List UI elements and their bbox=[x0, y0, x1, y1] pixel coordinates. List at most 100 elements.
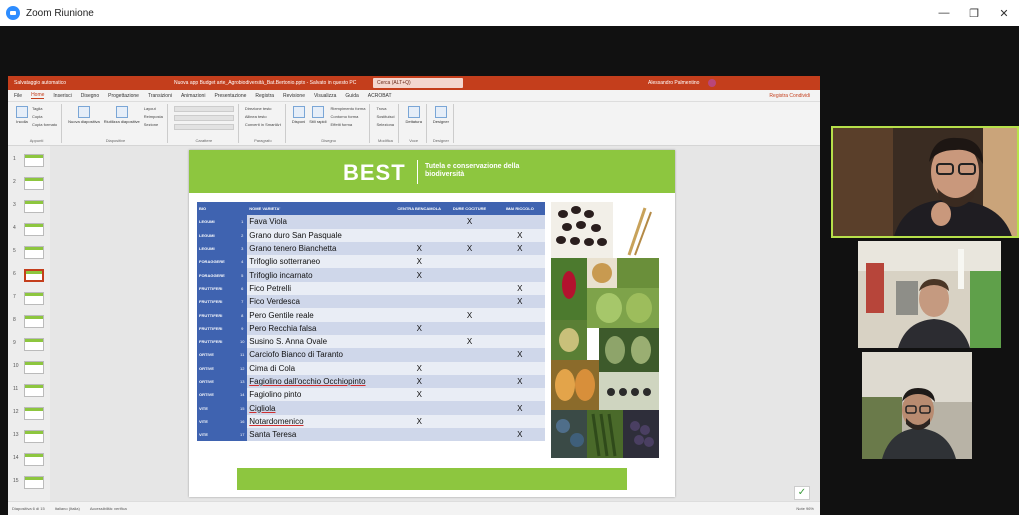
ribbon-command-icon bbox=[16, 106, 28, 118]
table-cell bbox=[444, 255, 495, 269]
maximize-button[interactable]: ❐ bbox=[959, 0, 989, 26]
ribbon-command[interactable]: Sezione bbox=[144, 122, 163, 127]
slide-thumbnail[interactable] bbox=[24, 430, 44, 443]
close-button[interactable]: ✕ bbox=[989, 0, 1019, 26]
window-controls: — ❐ ✕ bbox=[929, 0, 1019, 26]
ribbon-button[interactable]: Dettatura bbox=[405, 106, 422, 124]
slide-thumbnail[interactable] bbox=[24, 154, 44, 167]
slide-thumbnail-number: 1 bbox=[13, 156, 16, 162]
table-cell: Carciofo Bianco di Taranto bbox=[247, 348, 395, 362]
table-row: FORAGGERE 5 Trifoglio incarnato X bbox=[197, 268, 545, 282]
slide-thumbnail[interactable] bbox=[24, 315, 44, 328]
minimize-button[interactable]: — bbox=[929, 0, 959, 26]
ribbon-group: Dettatura Voce bbox=[401, 104, 427, 143]
slide-thumbnail[interactable] bbox=[24, 384, 44, 397]
ribbon-tab[interactable]: Progettazione bbox=[108, 93, 139, 99]
ribbon-tab[interactable]: Revisione bbox=[283, 93, 305, 99]
table-header-cell: NOME VARIETA' bbox=[247, 202, 395, 216]
slide-thumbnail[interactable] bbox=[24, 476, 44, 489]
current-slide[interactable]: BEST Tutela e conservazione della biodiv… bbox=[189, 150, 675, 497]
ribbon-command[interactable]: Seleziona bbox=[376, 122, 394, 127]
ribbon-tab[interactable]: Transizioni bbox=[148, 93, 172, 99]
ribbon-tab[interactable]: Visualizza bbox=[314, 93, 336, 99]
video-tile-participant-3[interactable] bbox=[862, 352, 972, 459]
ppt-search-box[interactable]: Cerca (ALT+Q) bbox=[373, 78, 463, 88]
slide-thumbnail[interactable] bbox=[24, 361, 44, 374]
ribbon-command[interactable] bbox=[173, 115, 234, 121]
language-indicator[interactable]: Italiano (Italia) bbox=[55, 506, 80, 511]
table-cell: 4 bbox=[237, 255, 248, 269]
ribbon-tab[interactable]: Animazioni bbox=[181, 93, 205, 99]
table-row: FRUTTIFERI 10 Susino S. Anna Ovale X bbox=[197, 334, 545, 349]
ribbon-button[interactable]: Riutilizza diapositive bbox=[104, 106, 140, 124]
table-cell bbox=[394, 334, 445, 349]
slide-thumbnail[interactable] bbox=[24, 246, 44, 259]
check-icon[interactable]: ✓ bbox=[794, 486, 810, 500]
ribbon-command[interactable]: Effetti forma bbox=[331, 122, 366, 127]
ribbon-command[interactable]: Direzione testo bbox=[245, 106, 281, 111]
ribbon-command[interactable]: Contorno forma bbox=[331, 114, 366, 119]
ribbon-command[interactable]: Riempimento forma bbox=[331, 106, 366, 111]
slide-thumbnail[interactable] bbox=[24, 200, 44, 213]
ribbon-share-actions[interactable]: Registra Condividi bbox=[769, 90, 810, 102]
ribbon-command[interactable]: Reimposta bbox=[144, 114, 163, 119]
ribbon-tab[interactable]: Registra bbox=[255, 93, 274, 99]
table-row: VITE 16 Notardomenico X bbox=[197, 414, 545, 429]
slide-thumbnail[interactable] bbox=[24, 269, 44, 282]
ribbon-tab[interactable]: Inserisci bbox=[53, 93, 71, 99]
ribbon-button[interactable]: Designer bbox=[433, 106, 449, 124]
ribbon-command[interactable] bbox=[173, 106, 234, 112]
ribbon-command[interactable]: Converti in SmartArt bbox=[245, 122, 281, 127]
participant-video-3 bbox=[862, 352, 972, 459]
ribbon-command[interactable] bbox=[173, 124, 234, 130]
table-cell bbox=[444, 295, 495, 309]
ribbon-tab[interactable]: Disegno bbox=[81, 93, 99, 99]
ribbon-command[interactable]: Sostituisci bbox=[376, 114, 394, 119]
slide-thumbnail-number: 4 bbox=[13, 225, 16, 231]
ribbon-button[interactable]: Incolla bbox=[16, 106, 28, 124]
table-cell: X bbox=[444, 241, 495, 256]
slide-thumbnail[interactable] bbox=[24, 453, 44, 466]
ribbon-tab[interactable]: ACROBAT bbox=[368, 93, 392, 99]
ribbon-group-label: Disegno bbox=[321, 138, 336, 143]
table-cell: 6 bbox=[237, 281, 248, 296]
table-cell: LEGUMI bbox=[197, 228, 238, 242]
video-tile-active-speaker[interactable] bbox=[831, 126, 1019, 238]
video-tile-participant-2[interactable] bbox=[858, 241, 1001, 348]
ribbon-command-icon bbox=[434, 106, 447, 118]
table-cell: X bbox=[394, 321, 445, 335]
produce-photos-image bbox=[551, 202, 659, 458]
ribbon-button[interactable]: Nuova diapositiva bbox=[68, 106, 100, 124]
table-cell bbox=[494, 215, 545, 229]
ribbon-command[interactable]: Trova bbox=[376, 106, 394, 111]
ribbon-button[interactable]: Disponi bbox=[292, 106, 305, 124]
ribbon-tab[interactable]: Guida bbox=[345, 93, 358, 99]
slide-thumbnail[interactable] bbox=[24, 338, 44, 351]
table-cell: 2 bbox=[237, 228, 248, 242]
slide-thumbnail[interactable] bbox=[24, 407, 44, 420]
ribbon-tab[interactable]: File bbox=[14, 93, 22, 99]
slide-thumbnail[interactable] bbox=[24, 223, 44, 236]
ribbon-button-label: Incolla bbox=[16, 119, 28, 124]
zoom-level[interactable]: Note 96% bbox=[796, 502, 814, 515]
table-cell: Fagiolino dall'occhio Occhiopinto bbox=[247, 374, 395, 389]
avatar[interactable] bbox=[708, 79, 716, 87]
table-cell: Susino S. Anna Ovale bbox=[247, 334, 395, 349]
slide-thumbnail[interactable] bbox=[24, 292, 44, 305]
ribbon-tab[interactable]: Home bbox=[31, 92, 45, 99]
slide-thumbnail[interactable] bbox=[24, 177, 44, 190]
ribbon-button-label: Stili rapidi bbox=[309, 119, 327, 124]
accessibility-indicator[interactable]: Accessibilità: verifica bbox=[90, 506, 127, 511]
ribbon-tab[interactable]: Presentazione bbox=[214, 93, 246, 99]
shared-powerpoint-window: Salvataggio automatico Nuova app Budget … bbox=[8, 76, 820, 515]
ribbon-button[interactable]: Stili rapidi bbox=[309, 106, 327, 124]
table-cell: Fico Verdesca bbox=[247, 295, 395, 309]
ribbon-command[interactable]: Copia formato bbox=[32, 122, 57, 127]
ribbon-button-label: Nuova diapositiva bbox=[68, 119, 100, 124]
ribbon-command[interactable]: Layout bbox=[144, 106, 163, 111]
ribbon-command[interactable]: Taglia bbox=[32, 106, 57, 111]
table-cell: FRUTTIFERI bbox=[197, 321, 238, 335]
ribbon-command[interactable]: Allinea testo bbox=[245, 114, 281, 119]
ribbon-command[interactable]: Copia bbox=[32, 114, 57, 119]
autosave-label[interactable]: Salvataggio automatico bbox=[14, 80, 174, 86]
